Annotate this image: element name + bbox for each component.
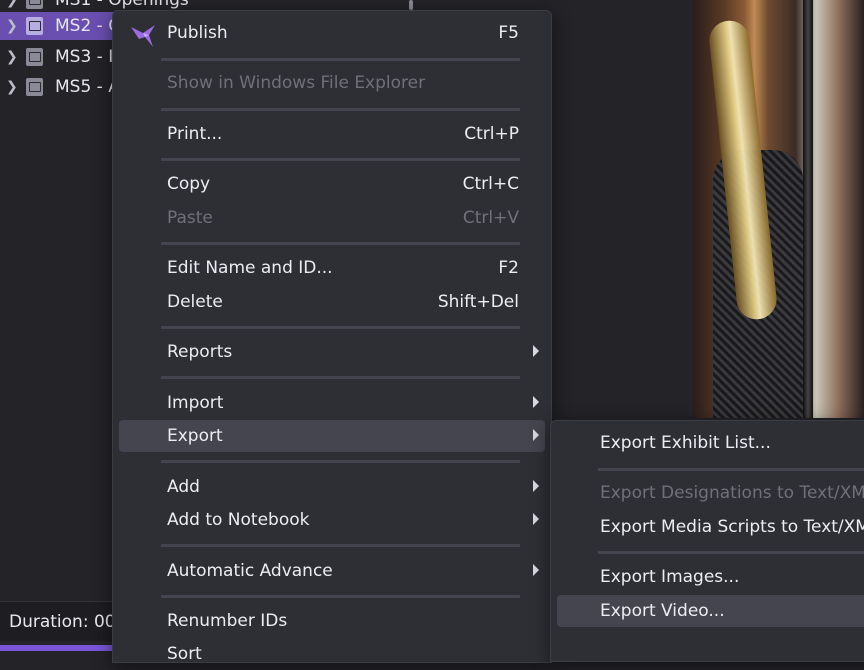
menu-item-renumber-ids[interactable]: Renumber IDs: [119, 605, 545, 637]
menu-separator: [161, 326, 520, 329]
menu-item-label: Delete: [167, 292, 223, 312]
submenu-item-export-images[interactable]: Export Images...: [557, 561, 864, 593]
chevron-right-icon[interactable]: ❯: [6, 0, 18, 8]
menu-item-label: Export Video...: [600, 601, 725, 621]
menu-item-label: Add to Notebook: [167, 510, 310, 530]
menu-item-label: Export Images...: [600, 567, 740, 587]
menu-item-import[interactable]: Import: [119, 387, 545, 419]
menu-item-label: Print...: [167, 124, 223, 144]
caret-right-icon: [533, 480, 539, 492]
menu-item-shortcut: Shift+Del: [437, 292, 519, 312]
sequence-icon: [26, 17, 43, 35]
menu-separator: [161, 460, 520, 463]
menu-item-shortcut: Ctrl+V: [462, 208, 519, 228]
video-frame-edge: [803, 0, 813, 418]
menu-item-label: Export Exhibit List...: [600, 433, 771, 453]
menu-item-label: Copy: [167, 174, 211, 194]
menu-separator: [161, 376, 520, 379]
menu-item-add[interactable]: Add: [119, 471, 545, 503]
submenu-item-export-media-scripts[interactable]: Export Media Scripts to Text/XML...: [557, 511, 864, 543]
menu-item-label: Show in Windows File Explorer: [167, 73, 426, 93]
export-submenu: Export Exhibit List... Export Designatio…: [550, 420, 864, 662]
menu-item-shortcut: Ctrl+C: [462, 174, 519, 194]
menu-item-shortcut: F2: [498, 258, 519, 278]
menu-separator: [161, 108, 520, 111]
menu-item-publish[interactable]: Publish F5: [119, 17, 545, 49]
tree-item-label: MS5 - A: [55, 77, 120, 97]
menu-separator: [161, 242, 520, 245]
menu-separator: [598, 468, 864, 471]
menu-item-label: Add: [167, 477, 200, 497]
menu-item-paste: Paste Ctrl+V: [119, 202, 545, 234]
menu-item-label: Publish: [167, 23, 228, 43]
caret-right-icon: [533, 564, 539, 576]
caret-right-icon: [533, 345, 539, 357]
hummingbird-icon: [131, 25, 155, 47]
submenu-item-export-designations: Export Designations to Text/XML...: [557, 477, 864, 509]
duration-label: Duration: 00:: [9, 611, 122, 632]
submenu-item-export-video[interactable]: Export Video...: [557, 595, 864, 627]
menu-item-label: Export Media Scripts to Text/XML...: [600, 517, 864, 537]
menu-separator: [598, 551, 864, 554]
menu-item-copy[interactable]: Copy Ctrl+C: [119, 168, 545, 200]
menu-item-shortcut: F5: [498, 23, 519, 43]
menu-item-label: Sort: [167, 644, 202, 664]
menu-item-shortcut: Ctrl+P: [464, 124, 519, 144]
tree-item-label: MS3 - I: [55, 47, 114, 67]
menu-item-label: Automatic Advance: [167, 561, 333, 581]
menu-item-show-in-explorer: Show in Windows File Explorer: [119, 67, 545, 99]
menu-item-automatic-advance[interactable]: Automatic Advance: [119, 555, 545, 587]
menu-item-reports[interactable]: Reports: [119, 336, 545, 368]
menu-item-label: Paste: [167, 208, 213, 228]
chevron-right-icon[interactable]: ❯: [6, 79, 18, 95]
menu-item-label: Renumber IDs: [167, 611, 288, 631]
menu-item-label: Export Designations to Text/XML...: [600, 483, 864, 503]
tree-scrollbar[interactable]: [409, 0, 413, 10]
caret-right-icon: [533, 429, 539, 441]
caret-right-icon: [533, 396, 539, 408]
menu-item-export[interactable]: Export: [119, 420, 545, 452]
menu-separator: [161, 58, 520, 61]
menu-item-print[interactable]: Print... Ctrl+P: [119, 118, 545, 150]
menu-item-label: Edit Name and ID...: [167, 258, 333, 278]
chevron-right-icon[interactable]: ❯: [6, 18, 18, 34]
tree-item-label: MS1 - Openings: [55, 0, 189, 10]
menu-item-delete[interactable]: Delete Shift+Del: [119, 286, 545, 318]
menu-item-sort[interactable]: Sort: [119, 638, 545, 670]
sequence-icon: [26, 0, 43, 9]
context-menu: Publish F5 Show in Windows File Explorer…: [112, 10, 552, 664]
caret-right-icon: [533, 513, 539, 525]
sequence-icon: [26, 48, 43, 66]
tree-item-label: MS2 - C: [55, 16, 121, 36]
menu-item-edit-name[interactable]: Edit Name and ID... F2: [119, 252, 545, 284]
menu-item-add-to-notebook[interactable]: Add to Notebook: [119, 504, 545, 536]
sequence-icon: [26, 78, 43, 96]
chevron-right-icon[interactable]: ❯: [6, 49, 18, 65]
menu-item-label: Import: [167, 393, 224, 413]
video-preview: [693, 0, 864, 418]
menu-item-label: Export: [167, 426, 223, 446]
menu-separator: [161, 158, 520, 161]
menu-item-label: Reports: [167, 342, 233, 362]
menu-separator: [161, 595, 520, 598]
submenu-item-export-exhibit-list[interactable]: Export Exhibit List...: [557, 427, 864, 459]
timeline-progress[interactable]: [0, 645, 112, 651]
menu-separator: [161, 544, 520, 547]
